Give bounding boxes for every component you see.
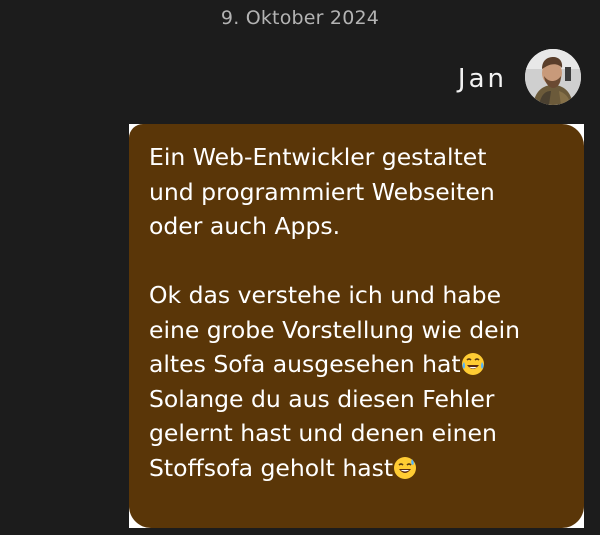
message-line: und programmiert Webseiten	[149, 177, 495, 206]
message-line-text: altes Sofa ausgesehen hat	[149, 350, 461, 378]
message-line: Ein Web-Entwickler gestaltet	[149, 143, 487, 171]
face-with-tears-of-joy-icon	[461, 351, 485, 375]
grinning-face-with-sweat-icon	[393, 455, 417, 479]
message-bubble[interactable]: Ein Web-Entwickler gestaltet und program…	[129, 124, 584, 528]
message-line: gelernt hast und denen einen	[149, 419, 497, 447]
message-paragraph-gap	[149, 244, 570, 279]
message-line: Solange du aus diesen Fehler	[149, 384, 495, 413]
message-line: eine grobe Vorstellung wie dein	[149, 315, 521, 344]
sender-name: Jan	[457, 64, 507, 94]
message-line: oder auch Apps.	[149, 212, 341, 240]
message-line-with-emoji: Stoffsofa geholt hast	[149, 451, 570, 486]
date-separator: 9. Oktober 2024	[220, 7, 380, 29]
message-line-with-emoji: altes Sofa ausgesehen hat	[149, 347, 570, 382]
user-avatar-photo-icon	[525, 49, 581, 105]
message-line: Ok das verstehe ich und habe	[149, 281, 502, 309]
avatar[interactable]	[525, 49, 581, 105]
message-bubble-frame: Ein Web-Entwickler gestaltet und program…	[129, 124, 584, 528]
message-line-text: Stoffsofa geholt hast	[149, 453, 394, 482]
